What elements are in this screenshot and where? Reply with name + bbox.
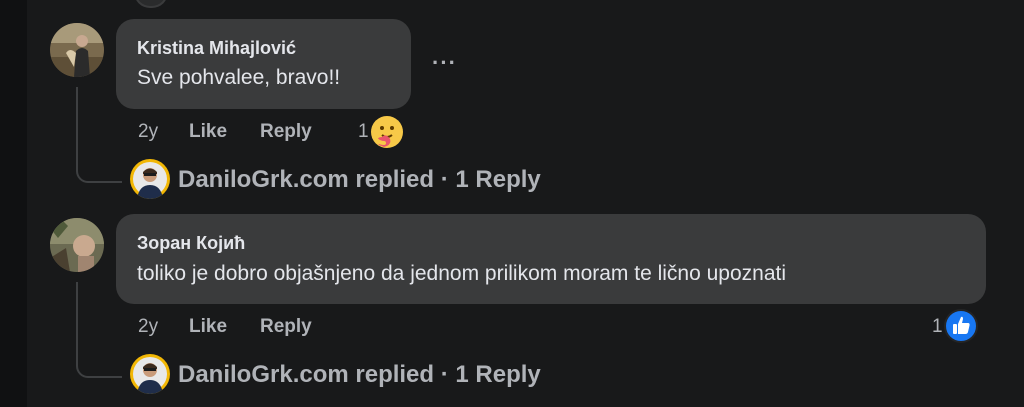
comment-text: toliko je dobro objašnjeno da jednom pri… — [137, 262, 787, 285]
reaction-count[interactable]: 1 — [932, 316, 943, 338]
reply-button[interactable]: Reply — [260, 121, 312, 143]
comment-bubble — [116, 214, 986, 304]
left-edge-panel — [0, 0, 27, 407]
avatar-kristina[interactable] — [50, 23, 104, 77]
care-reaction-icon[interactable] — [370, 115, 404, 149]
comment-bubble — [116, 19, 411, 109]
thread-connector — [76, 282, 122, 378]
thread-connector — [76, 87, 122, 183]
comment-author[interactable]: Kristina Mihajlović — [137, 38, 296, 59]
like-reaction-icon[interactable] — [944, 309, 978, 343]
comments-panel: Kristina Mihajlović Sve pohvalee, bravo!… — [0, 0, 1024, 407]
avatar-zoran[interactable] — [50, 218, 104, 272]
comment-author[interactable]: Зоран Којић — [137, 233, 245, 254]
view-replies-link[interactable]: DaniloGrk.com replied · 1 Reply — [178, 361, 541, 389]
like-button[interactable]: Like — [189, 316, 227, 338]
view-replies-link[interactable]: DaniloGrk.com replied · 1 Reply — [178, 166, 541, 194]
more-options-button[interactable]: ··· — [432, 50, 457, 76]
comment-timestamp[interactable]: 2y — [138, 121, 158, 143]
avatar-danilogrk[interactable] — [130, 354, 170, 394]
avatar-danilogrk[interactable] — [130, 159, 170, 199]
comment-timestamp[interactable]: 2y — [138, 316, 158, 338]
previous-avatar-edge — [134, 0, 168, 8]
reaction-count[interactable]: 1 — [358, 121, 369, 143]
reply-button[interactable]: Reply — [260, 316, 312, 338]
like-button[interactable]: Like — [189, 121, 227, 143]
comment-text: Sve pohvalee, bravo!! — [137, 66, 341, 89]
